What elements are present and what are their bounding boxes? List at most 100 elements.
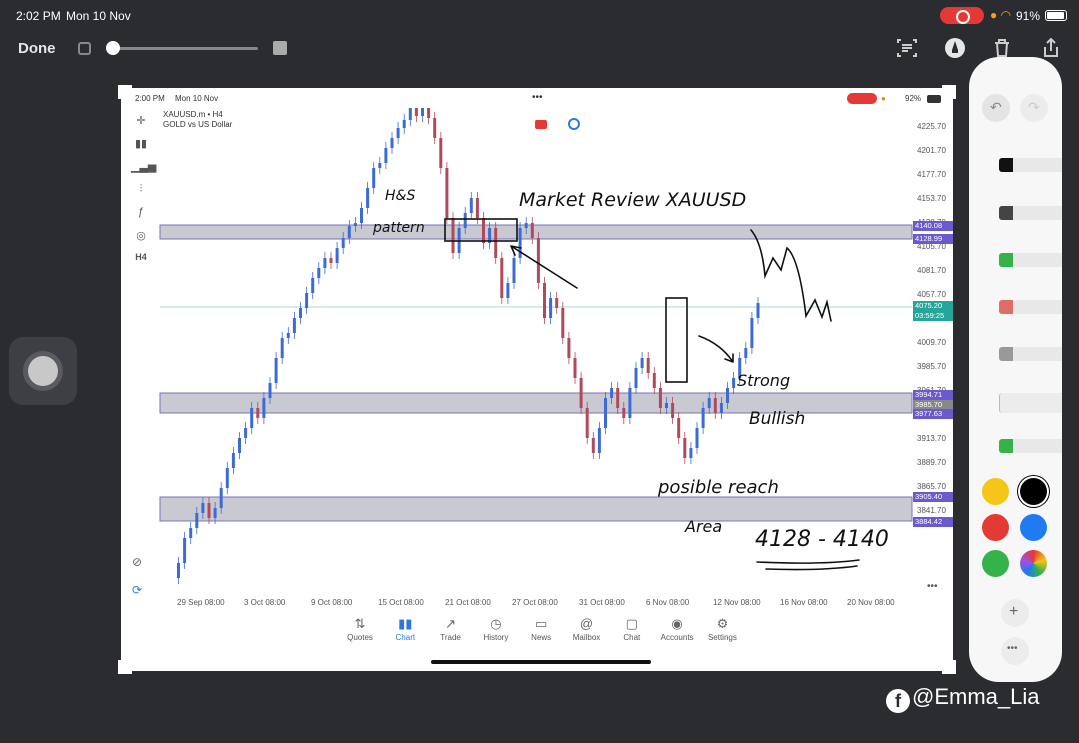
redo-button[interactable]: ↷ (1020, 94, 1048, 122)
candle-body (701, 408, 705, 428)
eraser-tool[interactable] (999, 300, 1062, 314)
price-label: 4081.70 (917, 266, 946, 275)
candle-body (634, 368, 638, 388)
tab-quotes[interactable]: ⇅ Quotes (338, 616, 382, 642)
opacity-slider[interactable] (106, 41, 258, 55)
undo-button[interactable]: ↶ (982, 94, 1010, 122)
candle-body (439, 138, 443, 168)
palette-more-button[interactable]: ••• (1001, 637, 1029, 665)
candle-body (207, 503, 211, 518)
ruler-tool[interactable] (999, 393, 1062, 413)
price-tag: 3884.42 (913, 517, 953, 527)
price-label: 4009.70 (917, 338, 946, 347)
candle-body (189, 528, 193, 538)
chat-icon: ▢ (625, 616, 638, 631)
candle-body (469, 198, 473, 213)
price-label: 4225.70 (917, 122, 946, 131)
candle-body (726, 388, 729, 403)
date-label: 20 Nov 08:00 (847, 598, 895, 607)
candle-body (323, 258, 327, 268)
mailbox-icon: @ (579, 616, 594, 631)
candle-body (628, 388, 632, 418)
plus-icon: + (1009, 603, 1019, 620)
price-label: 3889.70 (917, 458, 946, 467)
candle-body (451, 218, 455, 253)
date-label: 27 Oct 08:00 (512, 598, 558, 607)
done-button[interactable]: Done (18, 40, 56, 57)
tab-news[interactable]: ▭ News (519, 616, 563, 642)
os-time: 2:02 PM (16, 9, 61, 23)
candle-body (341, 238, 345, 248)
accounts-icon: ◉ (671, 616, 683, 631)
candle-body (579, 378, 583, 408)
screenshot-canvas[interactable]: 2:00 PM Mon 10 Nov ••• ● 92% ✛ ▮▮ ▁▃▅ ⫶ … (118, 85, 956, 674)
candle-body (732, 378, 736, 388)
chart-area[interactable]: ✛ ▮▮ ▁▃▅ ⫶ ƒ ◎ H4 ⊘ ⟳ XAUUSD.m • H4 GOLD… (121, 108, 953, 608)
candle-body (360, 208, 363, 223)
candle-body (463, 213, 467, 228)
candle-body (231, 453, 235, 468)
fineliner-tool[interactable] (999, 206, 1062, 220)
crayon-tool[interactable] (999, 439, 1062, 453)
candle-body (414, 108, 418, 116)
add-tool-button[interactable]: + (1001, 599, 1029, 627)
candle-body (408, 108, 412, 120)
screen-recording-indicator[interactable] (940, 7, 984, 24)
tab-chart[interactable]: ▮▮ Chart (383, 616, 427, 642)
candle-body (536, 238, 540, 283)
candle-body (475, 198, 479, 218)
inner-wifi-icon: ● (881, 94, 886, 103)
tab-chat[interactable]: ▢ Chat (610, 616, 654, 642)
candle-body (567, 338, 571, 358)
black-swatch[interactable] (1020, 478, 1047, 505)
more-dots-icon: ••• (532, 92, 543, 103)
tab-label: Mailbox (572, 633, 601, 642)
tab-label: Accounts (660, 633, 694, 642)
note-hs: H&S (385, 188, 415, 204)
candle-body (640, 358, 644, 368)
color-picker-swatch[interactable] (1020, 550, 1047, 577)
candle-body (658, 388, 662, 408)
candle-body (744, 348, 748, 358)
highlighter-tool[interactable] (999, 253, 1062, 267)
settings-icon: ⚙ (716, 616, 729, 631)
candle-body (689, 448, 693, 458)
candle-body (597, 428, 601, 453)
assistive-touch-button[interactable] (9, 337, 77, 405)
text-recognition-icon[interactable] (895, 36, 919, 60)
blue-swatch[interactable] (1020, 514, 1047, 541)
news-icon: ▭ (535, 616, 548, 631)
candle-body (256, 408, 260, 418)
candle-body (482, 218, 485, 243)
candle-body (543, 283, 546, 318)
price-tag: 03:59:25 (913, 311, 953, 321)
tab-label: History (483, 633, 509, 642)
trade-icon: ↗ (445, 616, 457, 631)
chart-more-icon[interactable]: ••• (927, 581, 938, 592)
yellow-swatch[interactable] (982, 478, 1009, 505)
candle-body (750, 318, 754, 348)
note-bullish: Bullish (749, 409, 805, 429)
date-label: 15 Oct 08:00 (378, 598, 424, 607)
price-label: 3985.70 (917, 362, 946, 371)
battery-percent: 91% (1016, 9, 1041, 23)
share-icon[interactable] (1039, 36, 1063, 60)
tab-settings[interactable]: ⚙ Settings (700, 616, 744, 642)
red-swatch[interactable] (982, 514, 1009, 541)
tab-trade[interactable]: ↗ Trade (429, 616, 473, 642)
tab-mailbox[interactable]: @ Mailbox (565, 616, 609, 642)
slider-knob[interactable] (106, 41, 120, 55)
tab-history[interactable]: ◷ History (474, 616, 518, 642)
candle-body (500, 258, 504, 298)
candle-body (616, 388, 620, 408)
inner-status-bar: 2:00 PM Mon 10 Nov ••• ● 92% (121, 88, 953, 108)
green-swatch[interactable] (982, 550, 1009, 577)
candle-body (427, 108, 431, 118)
inner-date: Mon 10 Nov (175, 94, 219, 103)
pen-tool[interactable] (999, 158, 1062, 172)
tab-accounts[interactable]: ◉ Accounts (655, 616, 699, 642)
markup-pen-icon[interactable] (943, 36, 967, 60)
note-strong: Strong (737, 371, 790, 390)
lasso-tool[interactable] (999, 347, 1062, 361)
candle-body (530, 223, 534, 238)
